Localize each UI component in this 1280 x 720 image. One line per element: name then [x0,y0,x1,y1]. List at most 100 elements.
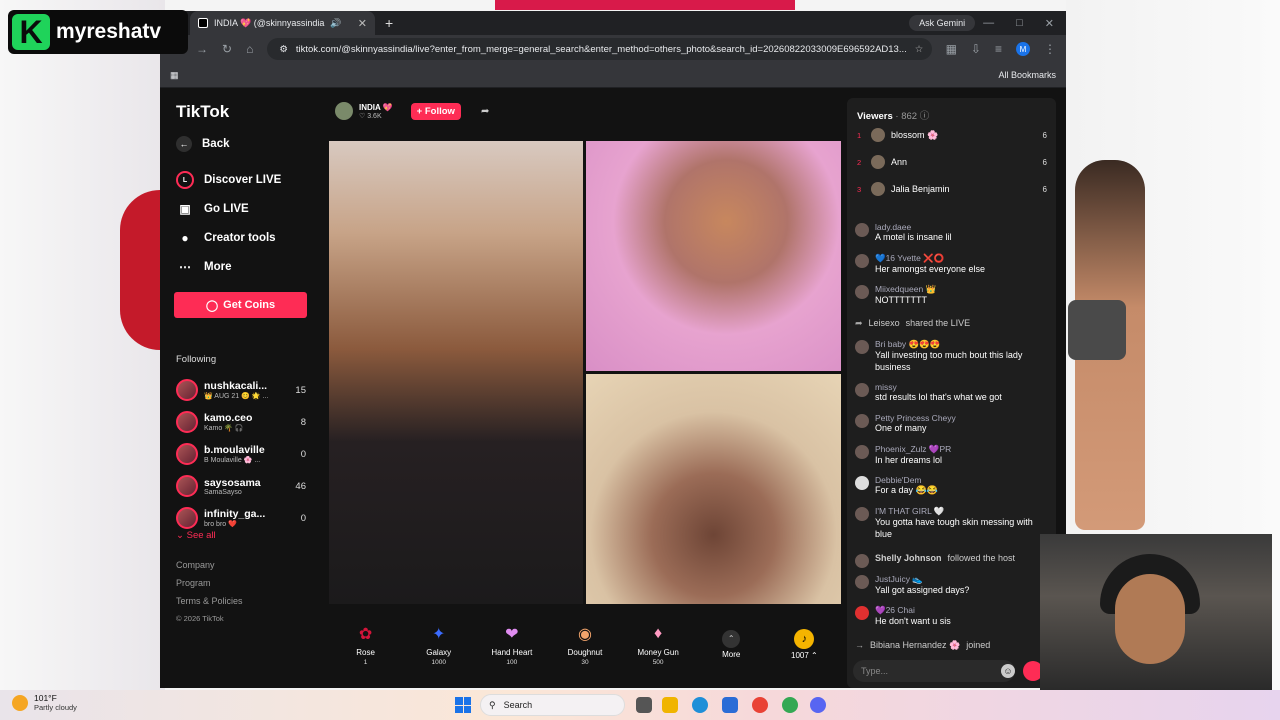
nav-go-live[interactable]: ▣ Go LIVE [176,200,248,218]
account-name: infinity_ga... [204,508,266,520]
viewers-label: Viewers [857,111,893,122]
windows-start-icon[interactable] [455,697,471,713]
weather-widget[interactable]: 101°F Partly cloudy [12,693,77,712]
more-gifts-button[interactable]: ⌃ More [701,629,761,659]
chat-message[interactable]: 💙16 Yvette ❌⭕ Her amongst everyone else [855,253,1050,276]
see-all-label: See all [186,530,216,541]
nav-label: Creator tools [204,232,276,244]
coin-balance-button[interactable]: ♪ 1007 ⌃ [774,628,834,660]
chat-message[interactable]: missy std results lol that's what we got [855,382,1050,404]
top-viewer[interactable]: 2 Ann 6 [857,153,1047,171]
account-avatar [176,379,198,401]
nav-discover-live[interactable]: L Discover LIVE [176,171,281,189]
gift-money-gun[interactable]: ♦ Money Gun 500 [628,622,688,666]
taskbar-search[interactable]: ⚲ Search [480,694,625,716]
live-icon: L [176,171,194,189]
host-avatar[interactable] [335,102,353,120]
maximize-icon[interactable]: □ [1016,17,1023,30]
emoji-icon[interactable]: ☺ [1001,664,1015,678]
account-name: saysosama [204,476,261,489]
host-name[interactable]: INDIA 💖 [359,103,393,112]
edge-icon[interactable] [692,697,708,713]
chat-message[interactable]: Petty Princess Cheyy One of many [855,413,1050,435]
all-bookmarks-link[interactable]: All Bookmarks [998,70,1056,80]
following-account[interactable]: kamo.ceo Kamo 🌴 🎧 8 [176,408,306,436]
chat-text: In her dreams lol [875,455,943,465]
chat-input[interactable]: Type... [853,660,1015,682]
bookmark-star-icon[interactable]: ☆ [915,44,924,55]
get-coins-button[interactable]: ◯ Get Coins [174,292,307,318]
forward-arrow-icon[interactable]: → [196,42,208,56]
chat-message[interactable]: Miixedqueen 👑 NOTTTTTTT [855,284,1050,307]
tiktok-logo[interactable]: TikTok [176,102,229,122]
home-icon[interactable]: ⌂ [246,42,253,56]
chrome-icon[interactable] [782,697,798,713]
background-top-strip [495,0,795,10]
audio-icon[interactable]: 🔊 [330,18,341,29]
minimize-icon[interactable]: — [983,17,994,30]
close-window-icon[interactable]: ✕ [1045,17,1054,30]
see-all-link[interactable]: ⌄ See all [176,530,216,541]
reload-icon[interactable]: ↻ [222,42,232,56]
apps-grid-icon[interactable]: ▦ [170,70,179,81]
store-icon[interactable] [722,697,738,713]
following-account[interactable]: b.moulaville B Moulaville 🌸 ... 0 [176,440,306,468]
nav-more[interactable]: ⋯ More [176,258,231,276]
gift-rose[interactable]: ✿ Rose 1 [336,622,396,666]
top-viewer[interactable]: 3 Jalia Benjamin 6 [857,180,1047,198]
gift-label: Doughnut [567,648,603,657]
footer-link-program[interactable]: Program [176,578,211,588]
chat-message[interactable]: Bri baby 😍😍😍 Yall investing too much bout… [855,339,1050,373]
reading-list-icon[interactable]: ≡ [995,42,1002,56]
gift-doughnut[interactable]: ◉ Doughnut 30 [555,622,615,666]
profile-avatar[interactable]: M [1016,42,1030,56]
toolbar: ← → ↻ ⌂ ⚙ tiktok.com/@skinnyassindia/liv… [160,35,1066,63]
info-icon[interactable]: ⓘ [920,111,930,122]
top-viewer[interactable]: 1 blossom 🌸 6 [857,126,1047,144]
site-info-icon[interactable]: ⚙ [279,44,288,55]
chat-message[interactable]: JustJuicy 👟 Yall got assigned days? [855,574,1050,597]
chat-username: Debbie'Dem [875,475,922,485]
nav-creator-tools[interactable]: ● Creator tools [176,229,276,247]
user-avatar [855,340,869,354]
share-icon[interactable]: ➦ [481,106,489,117]
footer-link-terms[interactable]: Terms & Policies [176,596,243,606]
ask-gemini-button[interactable]: Ask Gemini [909,15,976,31]
back-button[interactable]: ← Back [176,136,230,152]
file-explorer-icon[interactable] [662,697,678,713]
chat-message[interactable]: lady.daee A motel is insane lil [855,222,1050,244]
download-icon[interactable]: ⇩ [971,42,981,56]
extensions-icon[interactable]: ▦ [946,42,957,56]
live-chat: Viewers · 862 ⓘ 1 blossom 🌸 6 2 Ann 6 3 [847,98,1056,688]
gift-galaxy[interactable]: ✦ Galaxy 1000 [409,622,469,666]
chat-message[interactable]: I'M THAT GIRL 🤍 You gotta have tough skin… [855,506,1050,540]
search-label: Search [503,700,533,710]
viewers-header[interactable]: Viewers · 862 ⓘ [857,108,929,122]
footer-link-company[interactable]: Company [176,560,215,570]
menu-kebab-icon[interactable]: ⋮ [1044,42,1056,56]
user-avatar [855,285,869,299]
chat-message[interactable]: 💜26 Chai He don't want u sis [855,605,1050,628]
follow-button[interactable]: + Follow [410,102,461,120]
chat-text: NOTTTTTTT [875,295,927,305]
tiktok-coin-icon: ♪ [794,628,815,649]
discord-icon[interactable] [810,697,826,713]
follow-notice: Shelly Johnson followed the host [855,553,1050,568]
chat-message[interactable]: Debbie'Dem For a day 😂😂 [855,475,1050,497]
browser-tab[interactable]: INDIA 💖 (@skinnyassindia 🔊 ✕ [190,11,375,35]
share-icon: ➦ [855,318,863,328]
following-account[interactable]: saysosama SamaSayso 46 [176,472,306,500]
address-bar[interactable]: ⚙ tiktok.com/@skinnyassindia/live?enter_… [267,38,932,60]
viewer-score: 6 [1042,184,1047,194]
following-account[interactable]: nushkacali... 👑 AUG 21 😊 🌟 ... 15 [176,376,306,404]
gift-hand-heart[interactable]: ❤ Hand Heart 100 [482,622,542,666]
chat-message[interactable]: Phoenix_Zulz 💜PR In her dreams lol [855,444,1050,467]
following-account[interactable]: infinity_ga... bro bro ❤️ 0 [176,504,306,532]
close-tab-icon[interactable]: ✕ [358,17,367,30]
new-tab-button[interactable]: + [385,15,393,31]
task-view-icon[interactable] [636,697,652,713]
viewer-score: 6 [1042,130,1047,140]
chevron-down-icon: ⌄ [176,530,187,541]
chat-username: 💜26 Chai [875,605,915,615]
app-icon[interactable] [752,697,768,713]
